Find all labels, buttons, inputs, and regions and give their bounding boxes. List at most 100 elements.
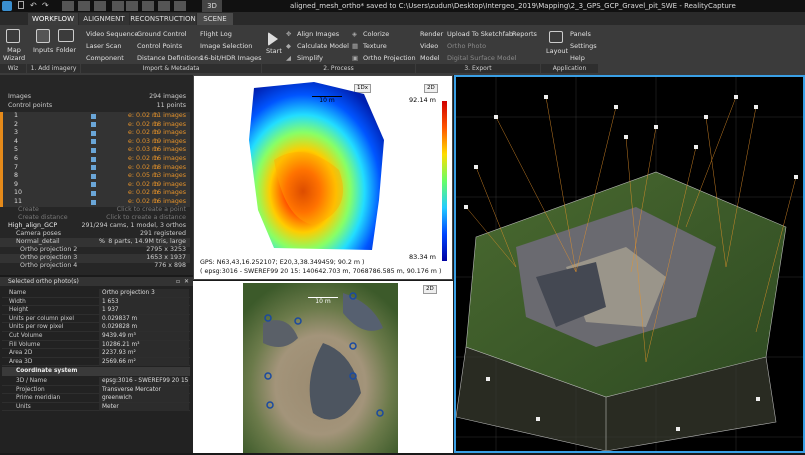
property-row[interactable]: Height 1 937 [2,306,190,315]
view-5-button[interactable] [126,1,138,11]
property-key: Units per row pixel [9,324,64,331]
inputs-button[interactable]: Inputs [33,46,53,54]
control-point-row[interactable]: 9 e: 0.02 m 19 images [0,180,190,190]
tree-images[interactable]: Images 294 images [0,93,190,102]
property-row[interactable]: Units per row pixel 0.029828 m [2,323,190,332]
coord-row[interactable]: 3D / Name epsg:3016 - SWEREF99 20 15 [2,377,190,386]
render-button[interactable]: Render [420,30,443,38]
cp-checkbox[interactable] [91,122,96,128]
ortho-photo-button[interactable]: Ortho Photo [447,42,486,50]
property-row[interactable]: Cut Volume 9439.49 m³ [2,332,190,341]
property-row[interactable]: Area 3D 2569.66 m² [2,357,190,367]
view-2d-badge[interactable]: 2D [424,84,438,93]
reports-button[interactable]: Reports [512,30,537,38]
map-wizard-button[interactable]: Map Wizard [3,46,25,62]
ortho-2d-badge[interactable]: 2D [423,285,437,294]
redo-icon[interactable]: ↷ [42,0,50,12]
start-button[interactable]: Start [266,47,282,55]
view-4-button[interactable] [112,1,124,11]
align-images-icon: ✥ [286,30,292,38]
folder-button[interactable]: Folder [56,46,76,54]
coord-row[interactable]: Units Meter [2,402,190,412]
property-row[interactable]: Width 1 653 [2,297,190,307]
tab-alignment[interactable]: ALIGNMENT [79,13,129,25]
cp-checkbox[interactable] [91,130,96,136]
height-map-view[interactable]: 1Dx 2D 10 m 92.14 m 83.34 m GPS: N63,43,… [193,75,453,280]
pin-icon[interactable]: ▫ [176,278,183,285]
cp-checkbox[interactable] [91,190,96,196]
start-icon[interactable] [268,32,278,46]
section-wiz: Wiz [0,64,26,73]
settings-button[interactable]: Settings [570,42,597,50]
cp-checkbox[interactable] [91,113,96,119]
colorize-button[interactable]: Colorize [363,30,389,38]
video-sequence-button[interactable]: Video Sequence [86,30,138,38]
map-wizard-icon[interactable] [6,29,20,43]
coord-row[interactable]: Prime meridian greenwich [2,394,190,403]
control-point-row[interactable]: 5 e: 0.03 m 16 images [0,146,190,155]
hdr-images-button[interactable]: 16-bit/HDR Images [200,54,262,62]
cp-checkbox[interactable] [91,173,96,179]
panels-button[interactable]: Panels [570,30,591,38]
view-8-button[interactable] [174,1,186,11]
layout-button[interactable]: Layout [546,47,568,55]
digital-surface-model-button[interactable]: Digital Surface Model [447,54,517,62]
texture-button[interactable]: Texture [363,42,387,50]
flight-log-button[interactable]: Flight Log [200,30,232,38]
coord-system-header[interactable]: Coordinate system [2,367,190,376]
property-row[interactable]: Name Ortho projection 3 [2,289,190,298]
image-selection-button[interactable]: Image Selection [200,42,252,50]
distance-definitions-button[interactable]: Distance Definitions [137,54,202,62]
control-point-row[interactable]: 8 e: 0.05 m 13 images [0,172,190,181]
property-row[interactable]: Area 2D 2237.93 m² [2,349,190,358]
layout-icon[interactable] [549,31,563,43]
mode-3d-toggle[interactable]: 3D [202,0,222,12]
control-point-row[interactable]: 10 e: 0.02 m 16 images [0,189,190,198]
close-icon[interactable]: ✕ [184,278,191,285]
ortho-projection-button[interactable]: Ortho Projection [363,54,416,62]
simplify-button[interactable]: Simplify [297,54,323,62]
cp-checkbox[interactable] [91,139,96,145]
video-button[interactable]: Video [420,42,438,50]
help-button[interactable]: Help [570,54,585,62]
folder-icon[interactable] [58,29,74,42]
view-2-button[interactable] [78,1,90,11]
view-3-button[interactable] [94,1,106,11]
ground-control-button[interactable]: Ground Control [137,30,186,38]
inputs-icon[interactable] [36,29,50,43]
control-points-button[interactable]: Control Points [137,42,182,50]
property-row[interactable]: Units per column pixel 0.029837 m [2,314,190,324]
undo-icon[interactable]: ↶ [30,0,38,12]
align-images-button[interactable]: Align Images [297,30,339,38]
tree-control-points[interactable]: Control points 11 points [0,102,190,111]
ortho-photo-view[interactable]: 2D 10 m [193,281,453,453]
cp-checkbox[interactable] [91,182,96,188]
tab-workflow[interactable]: WORKFLOW [28,13,78,25]
cp-checkbox[interactable] [91,147,96,153]
app-logo[interactable] [2,1,12,11]
control-point-row[interactable]: 2 e: 0.02 m 18 images [0,120,190,130]
view-7-button[interactable] [158,1,170,11]
control-point-row[interactable]: 1 e: 0.02 m 11 images [0,112,190,121]
property-row[interactable]: Fill Volume 10286.21 m³ [2,340,190,350]
calculate-model-button[interactable]: Calculate Model [297,42,349,50]
tab-scene[interactable]: SCENE [197,13,233,25]
tree-ortho-4[interactable]: Ortho projection 4 776 x 898 [0,262,190,271]
cp-checkbox[interactable] [91,199,96,205]
view-1-button[interactable] [62,1,74,11]
cp-checkbox[interactable] [91,165,96,171]
upload-sketchfab-button[interactable]: Upload To Sketchfab [447,30,513,38]
control-point-row[interactable]: 3 e: 0.02 m 19 images [0,129,190,138]
coord-row[interactable]: Projection Transverse Mercator [2,385,190,395]
3d-scene-view[interactable] [454,75,805,453]
cp-checkbox[interactable] [91,156,96,162]
save-icon[interactable] [18,1,24,9]
control-point-row[interactable]: 7 e: 0.02 m 18 images [0,163,190,173]
component-button[interactable]: Component [86,54,124,62]
control-point-row[interactable]: 4 e: 0.03 m 19 images [0,137,190,147]
laser-scan-button[interactable]: Laser Scan [86,42,122,50]
model-button[interactable]: Model [420,54,440,62]
view-6-button[interactable] [142,1,154,11]
tab-reconstruction[interactable]: RECONSTRUCTION [130,13,196,25]
control-point-row[interactable]: 6 e: 0.02 m 16 images [0,155,190,164]
